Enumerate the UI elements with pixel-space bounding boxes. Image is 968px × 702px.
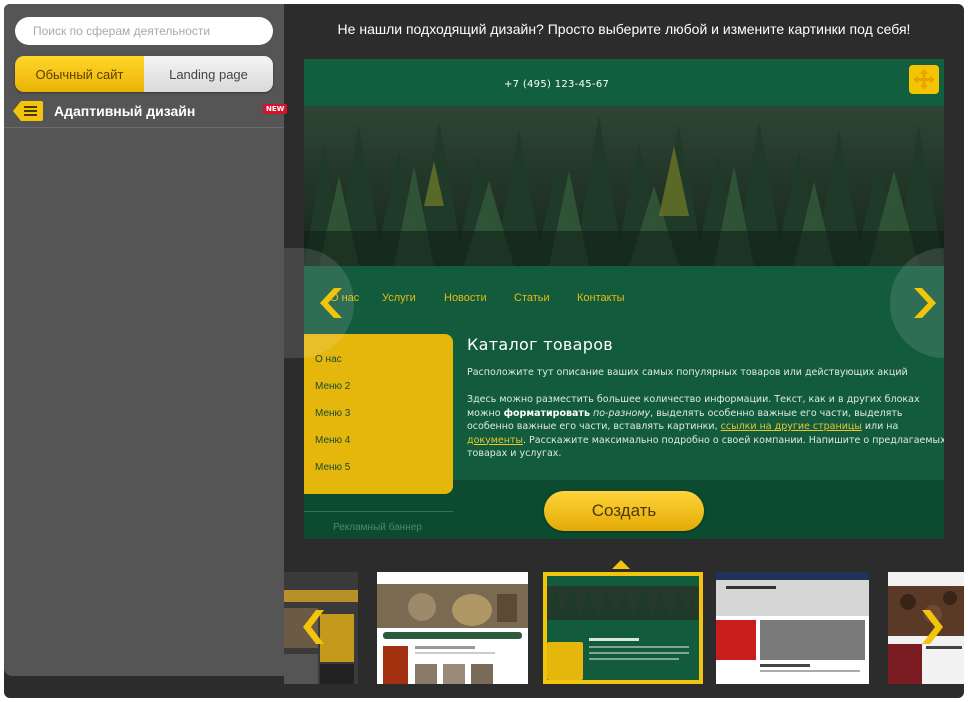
page-headline: Не нашли подходящий дизайн? Просто выбер… xyxy=(337,21,911,37)
preview-lead: Расположите тут описание ваших самых поп… xyxy=(467,367,908,378)
nav-item-news[interactable]: Новости xyxy=(444,292,487,304)
menu-lines-icon xyxy=(13,101,43,121)
adaptive-design-label: Адаптивный дизайн xyxy=(54,103,196,119)
thumb-forest[interactable] xyxy=(543,572,703,684)
chevron-left-icon xyxy=(320,288,342,318)
search-input[interactable] xyxy=(15,17,273,45)
thumbs-prev-icon[interactable] xyxy=(302,610,324,644)
thumbs-next-icon[interactable] xyxy=(922,610,944,644)
designer-window: Обычный сайт Landing page Адаптивный диз… xyxy=(4,4,964,698)
nav-item-services[interactable]: Услуги xyxy=(382,292,416,304)
link-other-pages[interactable]: ссылки на другие страницы xyxy=(721,421,862,432)
nav-item-articles[interactable]: Статьи xyxy=(514,292,550,304)
preview-header: +7 (495) 123-45-67 xyxy=(304,59,944,106)
forest-image xyxy=(304,106,944,266)
chevron-right-icon xyxy=(914,288,936,318)
preview-phone: +7 (495) 123-45-67 xyxy=(504,79,610,90)
side-menu-item[interactable]: О нас xyxy=(315,354,342,365)
banner-divider xyxy=(304,511,453,512)
preview-body: Здесь можно разместить большее количеств… xyxy=(467,394,944,459)
side-menu-item[interactable]: Меню 4 xyxy=(315,435,350,446)
preview-title: Каталог товаров xyxy=(467,335,614,354)
move-icon[interactable] xyxy=(909,65,939,94)
nav-item-contacts[interactable]: Контакты xyxy=(577,292,625,304)
selection-pointer xyxy=(612,560,630,569)
preview-side-menu: О нас Меню 2 Меню 3 Меню 4 Меню 5 xyxy=(304,334,453,494)
side-menu-item[interactable]: Меню 5 xyxy=(315,462,350,473)
thumb-stone-wall[interactable] xyxy=(716,572,869,684)
preview-content: Каталог товаров Расположите тут описание… xyxy=(467,334,944,459)
side-menu-item[interactable]: Меню 2 xyxy=(315,381,350,392)
regular-site-button[interactable]: Обычный сайт xyxy=(15,56,144,92)
ad-banner-label: Рекламный баннер xyxy=(333,522,422,533)
preview-nav: О нас Услуги Новости Статьи Контакты xyxy=(304,266,944,332)
link-documents[interactable]: документы xyxy=(467,435,523,446)
side-menu-item[interactable]: Меню 3 xyxy=(315,408,350,419)
landing-page-button[interactable]: Landing page xyxy=(144,56,273,92)
site-type-toggle: Обычный сайт Landing page xyxy=(15,56,273,92)
adaptive-design-item[interactable]: Адаптивный дизайн NEW xyxy=(4,94,288,128)
sidebar: Обычный сайт Landing page Адаптивный диз… xyxy=(4,4,288,676)
design-preview: +7 (495) 123-45-67 О нас Услуги Новости … xyxy=(304,59,944,539)
thumb-tea[interactable] xyxy=(377,572,528,684)
new-badge: NEW xyxy=(263,104,288,114)
create-button[interactable]: Создать xyxy=(544,491,704,531)
